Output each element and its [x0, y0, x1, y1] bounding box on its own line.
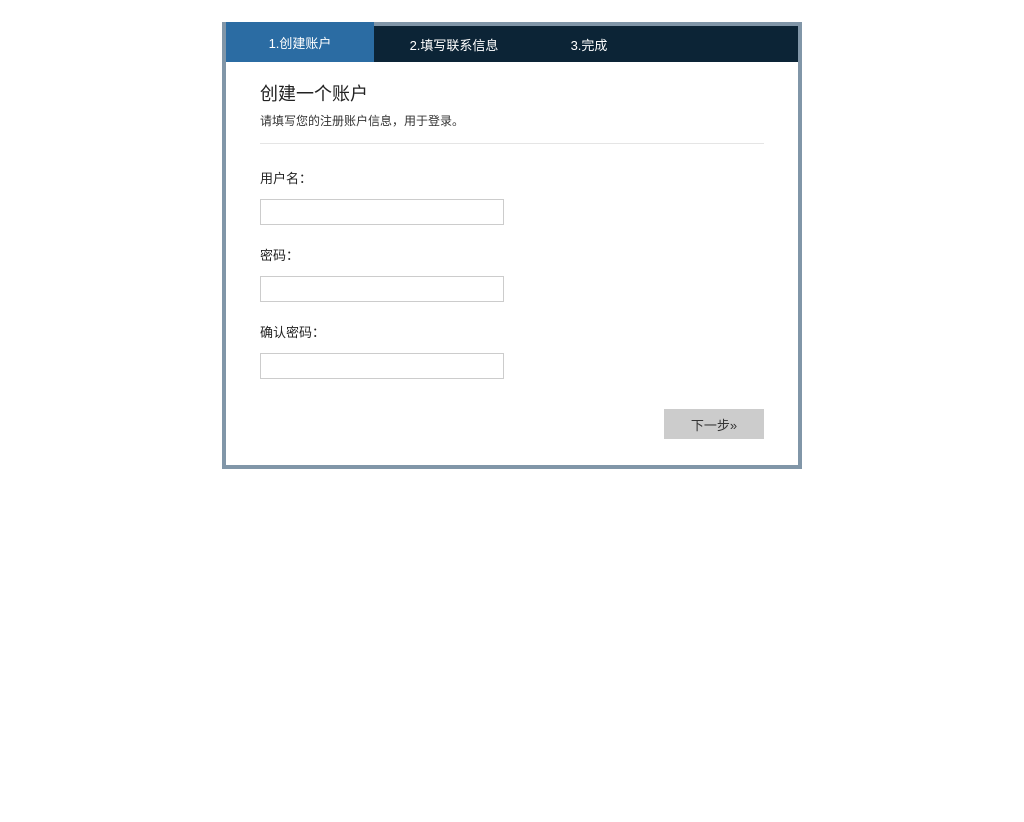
tab-complete[interactable]: 3.完成	[534, 26, 644, 62]
username-group: 用户名：	[260, 168, 764, 225]
wizard-container: 1.创建账户 2.填写联系信息 3.完成 创建一个账户 请填写您的注册账户信息，…	[222, 22, 802, 469]
password-input[interactable]	[260, 276, 504, 302]
wizard-content: 创建一个账户 请填写您的注册账户信息，用于登录。 用户名： 密码： 确认密码： …	[226, 62, 798, 465]
username-input[interactable]	[260, 199, 504, 225]
button-row: 下一步»	[260, 409, 764, 439]
confirm-password-input[interactable]	[260, 353, 504, 379]
password-label: 密码：	[260, 245, 764, 264]
confirm-password-label: 确认密码：	[260, 322, 764, 341]
tab-create-account[interactable]: 1.创建账户	[226, 22, 374, 62]
password-group: 密码：	[260, 245, 764, 302]
page-subtitle: 请填写您的注册账户信息，用于登录。	[260, 112, 764, 144]
next-button[interactable]: 下一步»	[664, 409, 764, 439]
wizard-tabs: 1.创建账户 2.填写联系信息 3.完成	[226, 26, 798, 62]
username-label: 用户名：	[260, 168, 764, 187]
confirm-password-group: 确认密码：	[260, 322, 764, 379]
page-title: 创建一个账户	[260, 80, 764, 106]
tab-contact-info[interactable]: 2.填写联系信息	[374, 26, 534, 62]
